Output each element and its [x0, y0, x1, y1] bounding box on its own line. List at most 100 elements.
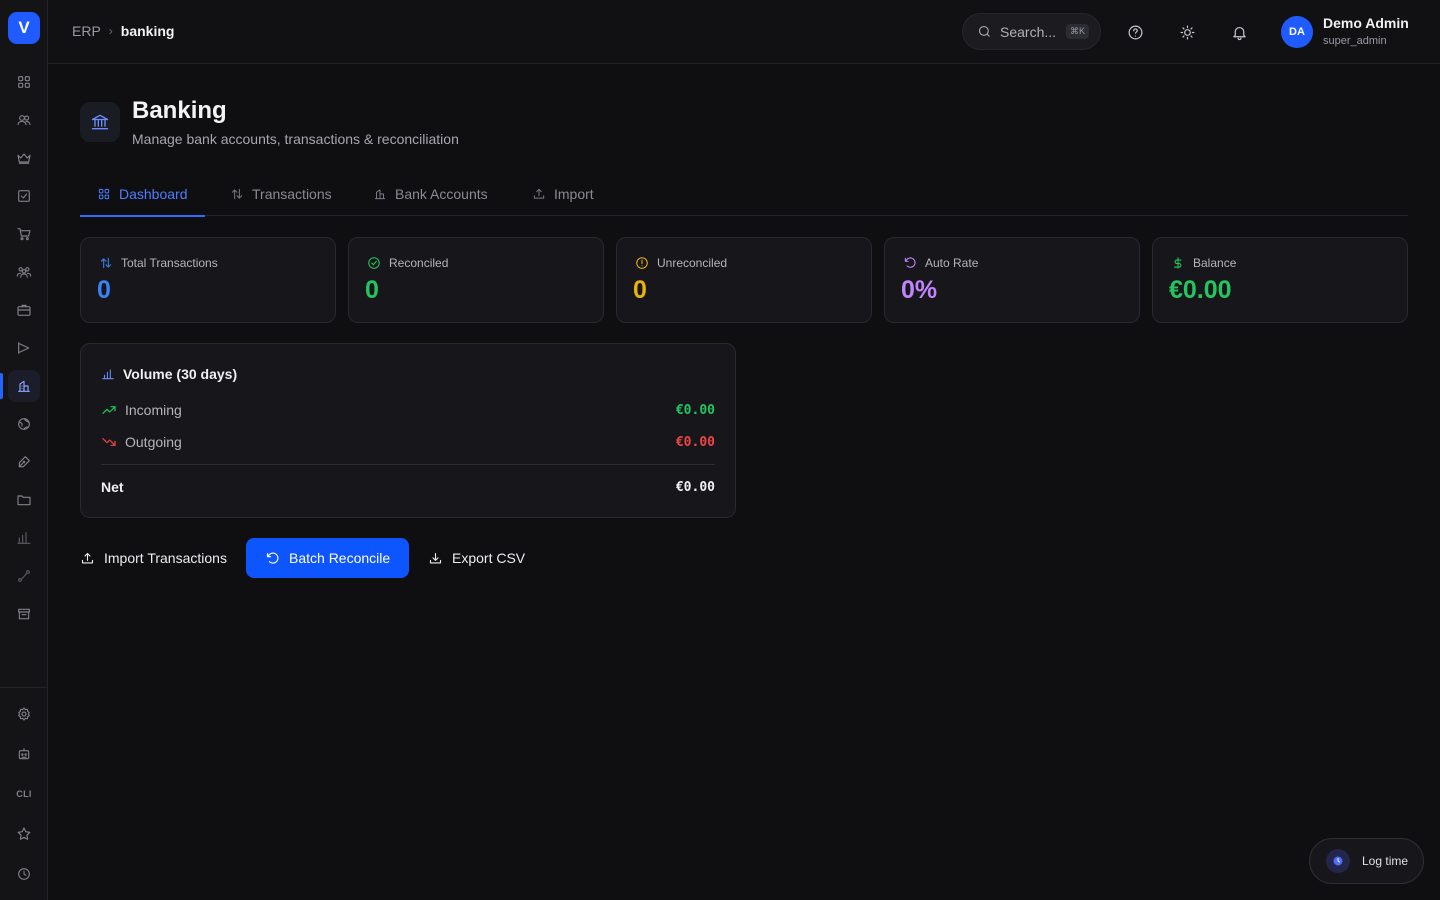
nav-bot[interactable]	[8, 738, 40, 770]
tab-import[interactable]: Import	[515, 172, 611, 216]
cart-icon	[17, 228, 31, 241]
active-indicator	[0, 373, 3, 399]
nav-banking[interactable]	[8, 370, 40, 402]
nav-cli[interactable]: CLI	[8, 778, 40, 810]
building-icon	[374, 189, 386, 200]
stat-label: Total Transactions	[121, 256, 218, 270]
batch-reconcile-button[interactable]: Batch Reconcile	[246, 538, 410, 578]
net-value: €0.00	[675, 479, 715, 495]
app-logo[interactable]: V	[8, 12, 40, 44]
arrows-up-down-icon	[231, 188, 243, 200]
store-icon	[18, 608, 30, 620]
tab-label: Transactions	[252, 186, 332, 202]
import-transactions-button[interactable]: Import Transactions	[80, 538, 227, 578]
stat-card-total-transactions: Total Transactions 0	[80, 237, 336, 323]
nav-dashboard[interactable]	[8, 66, 40, 98]
logo-letter: V	[18, 18, 30, 37]
nav-files[interactable]	[8, 484, 40, 516]
incoming-value: €0.00	[675, 402, 715, 418]
nav-products[interactable]	[8, 294, 40, 326]
stat-value: €0.00	[1169, 276, 1232, 304]
sidebar-divider	[0, 687, 48, 688]
log-time-button[interactable]: Log time	[1309, 838, 1424, 884]
theme-toggle-button[interactable]	[1175, 20, 1199, 44]
nav-store[interactable]	[8, 598, 40, 630]
search-placeholder: Search...	[1000, 23, 1057, 40]
nav-favorites[interactable]	[8, 818, 40, 850]
stat-value: 0	[633, 276, 647, 304]
check-circle-icon	[367, 256, 381, 270]
incoming-label: Incoming	[125, 402, 182, 418]
grid-icon	[18, 76, 30, 88]
log-time-label: Log time	[1362, 854, 1409, 868]
nav-history[interactable]	[8, 858, 40, 890]
rotate-ccw-icon	[266, 552, 279, 564]
nav-sales[interactable]	[8, 218, 40, 250]
breadcrumb-current: banking	[120, 23, 175, 39]
bank-chart-icon	[18, 380, 30, 392]
clock-icon	[18, 868, 30, 880]
help-circle-icon	[1128, 25, 1142, 39]
tab-label: Dashboard	[119, 186, 188, 202]
stat-label: Unreconciled	[657, 256, 728, 270]
page-title: Banking	[132, 97, 227, 124]
notifications-button[interactable]	[1227, 20, 1251, 44]
tab-bank-accounts[interactable]: Bank Accounts	[356, 172, 505, 216]
export-csv-button[interactable]: Export CSV	[428, 538, 525, 578]
stat-label: Reconciled	[389, 256, 449, 270]
nav-sign[interactable]	[8, 446, 40, 478]
pen-icon	[18, 456, 30, 468]
nav-global[interactable]	[8, 408, 40, 440]
help-button[interactable]	[1123, 20, 1147, 44]
nav-crm[interactable]	[8, 142, 40, 174]
nav-settings[interactable]	[8, 698, 40, 730]
nav-tasks[interactable]	[8, 180, 40, 212]
search-shortcut: ⌘K	[1066, 24, 1090, 39]
avatar-initials: DA	[1289, 26, 1305, 38]
volume-card: Volume (30 days) Incoming €0.00 Outgoing…	[80, 343, 736, 518]
page-icon	[80, 102, 120, 142]
breadcrumb-root[interactable]: ERP	[72, 23, 101, 39]
stat-value: 0%	[901, 276, 938, 304]
send-icon	[18, 342, 30, 354]
tab-label: Import	[554, 186, 594, 202]
gear-icon	[18, 707, 30, 721]
nav-workflows[interactable]	[8, 560, 40, 592]
volume-divider	[101, 464, 715, 465]
sidebar: V CLI	[0, 0, 48, 900]
tab-dashboard[interactable]: Dashboard	[80, 172, 205, 217]
volume-title: Volume (30 days)	[123, 366, 238, 382]
route-icon	[18, 570, 30, 582]
rotate-ccw-icon	[903, 256, 917, 270]
tab-label: Bank Accounts	[395, 186, 488, 202]
upload-icon	[533, 188, 545, 199]
export-csv-label: Export CSV	[452, 550, 526, 566]
volume-incoming-row: Incoming €0.00	[101, 400, 715, 420]
stat-label: Auto Rate	[925, 256, 979, 270]
bar-chart-icon	[17, 532, 31, 544]
grid-icon	[98, 188, 110, 200]
star-icon	[17, 827, 31, 840]
crown-icon	[17, 153, 31, 164]
breadcrumb: ERP › banking	[72, 23, 174, 39]
cli-label: CLI	[16, 789, 32, 799]
search-input[interactable]: Search... ⌘K	[962, 13, 1101, 50]
user-name[interactable]: Demo Admin	[1323, 15, 1409, 31]
outgoing-value: €0.00	[675, 434, 715, 450]
nav-contacts[interactable]	[8, 104, 40, 136]
import-transactions-label: Import Transactions	[104, 550, 227, 566]
nav-campaigns[interactable]	[8, 332, 40, 364]
volume-outgoing-row: Outgoing €0.00	[101, 432, 715, 452]
nav-reports[interactable]	[8, 522, 40, 554]
alert-circle-icon	[635, 256, 649, 270]
avatar[interactable]: DA	[1281, 16, 1313, 48]
briefcase-icon	[17, 304, 31, 316]
net-label: Net	[101, 479, 124, 495]
arrows-up-down-icon	[99, 256, 113, 270]
outgoing-label: Outgoing	[125, 434, 182, 450]
tab-transactions[interactable]: Transactions	[213, 172, 349, 216]
timer-icon	[1326, 849, 1350, 873]
nav-team[interactable]	[8, 256, 40, 288]
robot-icon	[18, 748, 30, 760]
trending-up-icon	[102, 406, 116, 414]
